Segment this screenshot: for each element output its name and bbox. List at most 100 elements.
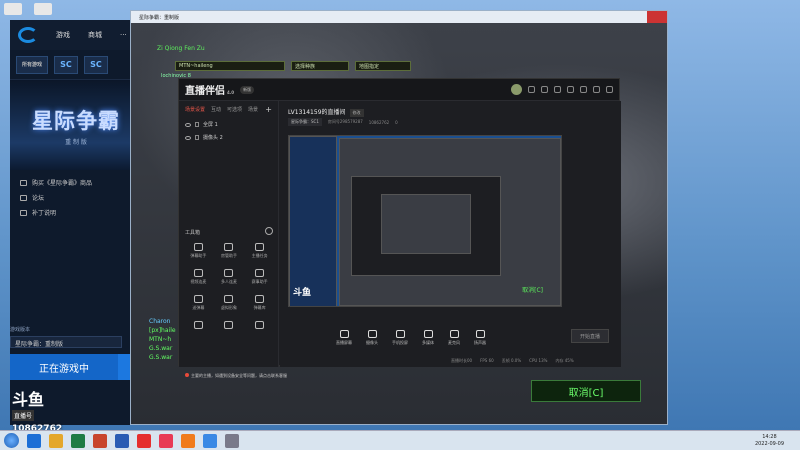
excel-icon[interactable]: [71, 433, 85, 448]
scene-item[interactable]: 摄像头 2: [179, 131, 278, 144]
cancel-button[interactable]: 取消[C]: [531, 380, 641, 402]
play-options-button[interactable]: [118, 354, 130, 380]
player-field[interactable]: MTN~haileng: [175, 61, 285, 71]
info-icon: [20, 209, 27, 216]
tool-multi-link[interactable]: 多人连麦: [214, 269, 245, 285]
tool-room-admin[interactable]: 房管助手: [214, 243, 245, 259]
tool-icon: [255, 269, 265, 277]
tool-icon: [193, 243, 203, 251]
start-button[interactable]: [4, 433, 19, 448]
desktop-icon[interactable]: [34, 3, 52, 15]
tool-danmu-lib[interactable]: 弹幕库: [244, 295, 275, 311]
all-games-button[interactable]: 所有游戏: [16, 55, 48, 74]
start-live-button[interactable]: 开始直播: [571, 329, 609, 343]
taskbar: 14:28 2022-09-09: [0, 430, 800, 450]
alert-icon: [185, 373, 189, 377]
source-camera-button[interactable]: 摄像头: [366, 330, 378, 346]
game-sc-remastered[interactable]: SC: [84, 55, 108, 74]
more-icon[interactable]: [265, 227, 273, 235]
tool-icon: [193, 269, 203, 277]
room-category[interactable]: 星际争霸：SC1: [288, 118, 322, 126]
tab-scene-settings[interactable]: 场景设置: [185, 106, 205, 113]
edit-room-button[interactable]: 修改: [349, 109, 364, 117]
close-icon[interactable]: [647, 11, 667, 23]
tool-danmu[interactable]: 弹幕助手: [183, 243, 214, 259]
tab-options[interactable]: 可选项: [227, 106, 242, 113]
source-bar: 直播屏幕 摄像头 手机投屏 多媒体 麦克风 扬声器: [280, 323, 621, 353]
lock-icon[interactable]: [541, 86, 548, 93]
douyu-app-icon[interactable]: [181, 433, 195, 448]
live-logo: 直播伴侣 4.0: [185, 86, 235, 97]
stat-item: FPS 60: [480, 358, 494, 363]
tab-shop[interactable]: 商城: [88, 30, 102, 40]
source-screen-button[interactable]: 直播屏幕: [336, 330, 352, 346]
speaker-button[interactable]: 扬声器: [474, 330, 486, 346]
play-button[interactable]: 正在游戏中: [10, 354, 118, 380]
tool-avatar[interactable]: 虚拟形象: [214, 295, 245, 311]
record-icon[interactable]: [528, 86, 535, 93]
link-buy[interactable]: 购买《星际争霸》商品: [20, 178, 132, 187]
link-forum[interactable]: 论坛: [20, 193, 132, 202]
source-phone-button[interactable]: 手机投屏: [392, 330, 408, 346]
scene-tabs: 场景设置 互动 可选项 场景 +: [179, 101, 278, 118]
tool-tasks[interactable]: 主播任务: [244, 243, 275, 259]
source-media-button[interactable]: 多媒体: [422, 330, 434, 346]
toolbox-grid: 弹幕助手 房管助手 主播任务 视频连麦 多人连麦 赛事助手 送弹幕 虚拟形象 弹…: [183, 243, 275, 329]
new-version-badge[interactable]: 新版: [240, 85, 255, 94]
tool-event[interactable]: 赛事助手: [244, 269, 275, 285]
tool-send-danmu[interactable]: 送弹幕: [183, 295, 214, 311]
douyu-logo: 斗鱼: [12, 390, 45, 409]
map-select[interactable]: 地图指定: [355, 61, 411, 71]
link-patch-notes[interactable]: 补丁说明: [20, 208, 132, 217]
tool-extra[interactable]: [214, 321, 245, 329]
live-companion-window: 直播伴侣 4.0 新版 场景设置 互动 可选项 场景 + 全屏 1 摄像头 2 …: [178, 78, 621, 378]
bell-icon[interactable]: [567, 86, 574, 93]
minimize-icon[interactable]: [607, 11, 627, 23]
notice-bar[interactable]: 主要的主播，如遇到设备安全等问题，请点击联系客服: [179, 373, 419, 379]
race-select[interactable]: 选择种族: [291, 61, 349, 71]
clock[interactable]: 14:28 2022-09-09: [755, 434, 784, 448]
monitor-icon: [339, 330, 349, 338]
tool-video-link[interactable]: 视频连麦: [183, 269, 214, 285]
tool-extra[interactable]: [183, 321, 214, 329]
lock-icon[interactable]: [195, 135, 199, 140]
menu-icon[interactable]: [580, 86, 587, 93]
tab-games[interactable]: 游戏: [56, 30, 70, 40]
tool-icon: [224, 295, 234, 303]
folder-icon[interactable]: [49, 433, 63, 448]
room-id: 房间号298579287: [327, 119, 363, 124]
tool-extra[interactable]: [244, 321, 275, 329]
tab-interaction[interactable]: 互动: [211, 106, 221, 113]
room-meta: 星际争霸：SC1 房间号298579287 10862762 0: [288, 118, 398, 126]
lock-icon[interactable]: [195, 122, 199, 127]
minimize-icon[interactable]: [593, 86, 600, 93]
app-icon[interactable]: [159, 433, 173, 448]
gift-icon[interactable]: [554, 86, 561, 93]
toolbox-title: 工具箱: [185, 230, 201, 236]
eye-icon[interactable]: [185, 135, 191, 140]
explorer-icon[interactable]: [27, 433, 41, 448]
version-select[interactable]: 星际争霸：重制版: [10, 336, 122, 348]
stream-preview[interactable]: 斗鱼 取消[C]: [288, 135, 562, 307]
starcraft-app-icon[interactable]: [225, 433, 239, 448]
microphone-button[interactable]: 麦克风: [448, 330, 460, 346]
app-icon[interactable]: [137, 433, 151, 448]
battlenet-app-icon[interactable]: [203, 433, 217, 448]
tab-scenes[interactable]: 场景: [248, 106, 258, 113]
avatar[interactable]: [511, 84, 522, 95]
game-sc2[interactable]: SC: [54, 55, 78, 74]
preview-douyu-logo: 斗鱼: [293, 288, 312, 298]
room-title: LV1314159的直播间 修改: [288, 107, 364, 117]
powerpoint-icon[interactable]: [93, 433, 107, 448]
preview-bnet: [289, 136, 337, 306]
tool-icon: [255, 243, 265, 251]
more-icon[interactable]: ···: [120, 31, 127, 39]
scene-item[interactable]: 全屏 1: [179, 118, 278, 131]
maximize-icon[interactable]: [627, 11, 647, 23]
close-icon[interactable]: [606, 86, 613, 93]
word-icon[interactable]: [115, 433, 129, 448]
desktop-icon[interactable]: [4, 3, 22, 15]
eye-icon[interactable]: [185, 122, 191, 127]
add-scene-icon[interactable]: +: [265, 105, 272, 114]
battlenet-logo-icon[interactable]: [18, 27, 38, 43]
